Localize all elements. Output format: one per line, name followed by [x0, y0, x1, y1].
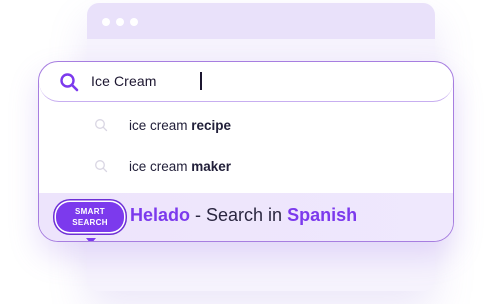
window-dot-icon	[102, 18, 110, 26]
smart-search-middle: - Search in	[190, 205, 288, 225]
suggestion-text: ice cream maker	[129, 159, 232, 174]
suggestion-item[interactable]: ice cream maker	[39, 148, 453, 188]
window-dot-icon	[116, 18, 124, 26]
search-input[interactable]: Ice Cream	[91, 73, 156, 89]
translated-term: Helado	[130, 205, 191, 225]
window-dot-icon	[130, 18, 138, 26]
smart-search-text: Helado - Search in Spanish	[130, 205, 357, 226]
search-bar[interactable]: Ice Cream	[39, 62, 453, 102]
search-dropdown: Ice Cream ice cream recipe ice cream mak…	[38, 61, 454, 242]
text-caret	[200, 72, 202, 90]
badge-label-line1: SMART	[75, 207, 105, 216]
target-language: Spanish	[287, 205, 358, 225]
stage: Ice Cream ice cream recipe ice cream mak…	[0, 0, 492, 304]
smart-search-suggestion[interactable]: SMART SEARCH Helado - Search in Spanish	[39, 193, 453, 241]
smart-search-badge: SMART SEARCH	[56, 202, 124, 241]
search-icon	[95, 119, 108, 132]
search-icon[interactable]	[59, 72, 79, 92]
badge-label-line2: SEARCH	[72, 218, 108, 227]
badge-tail	[86, 238, 96, 241]
search-icon	[95, 160, 108, 173]
suggestion-text: ice cream recipe	[129, 118, 232, 133]
window-titlebar	[87, 3, 435, 39]
suggestion-item[interactable]: ice cream recipe	[39, 107, 453, 147]
